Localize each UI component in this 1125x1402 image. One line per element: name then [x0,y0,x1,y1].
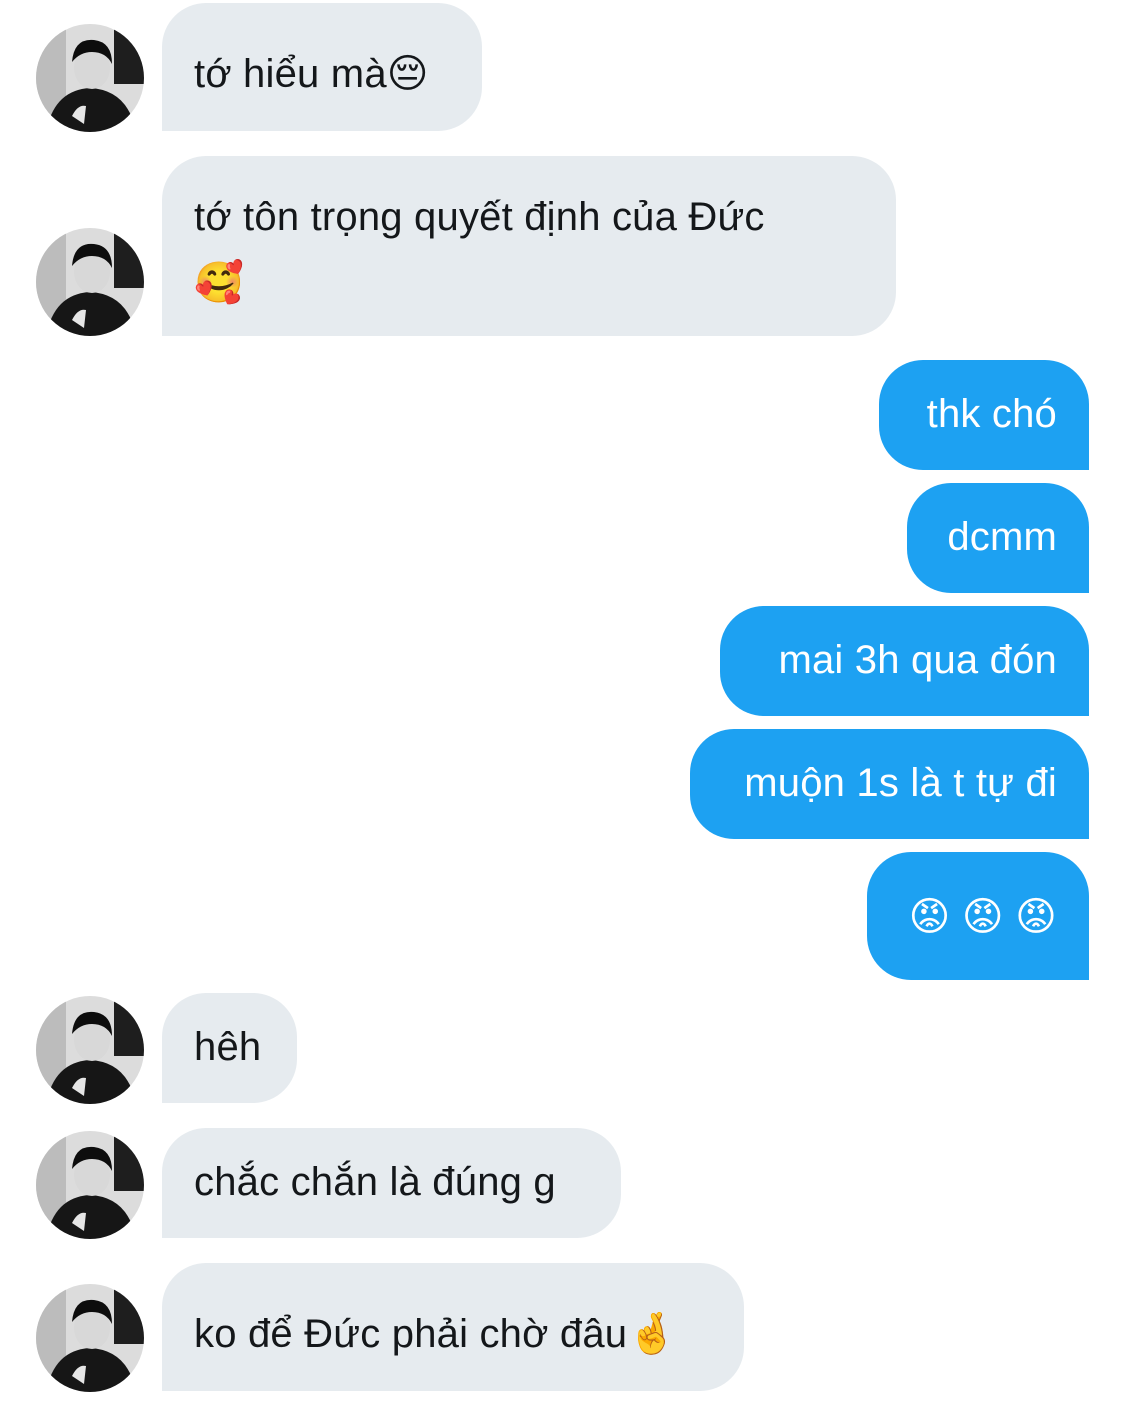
avatar[interactable] [36,228,144,336]
message-text: 😡 😡 😡 [908,895,1057,939]
avatar[interactable] [36,1284,144,1392]
message-text: chắc chắn là đúng g [194,1160,556,1204]
message-bubble-outgoing[interactable]: thk chó [879,360,1089,470]
message-text: thk chó [926,392,1057,436]
avatar[interactable] [36,996,144,1104]
message-text: mai 3h qua đón [778,638,1057,682]
message-text: dcmm [947,515,1057,559]
message-text: tớ hiểu mà😔 [194,52,429,96]
message-bubble-outgoing[interactable]: 😡 😡 😡 [867,852,1089,980]
message-bubble-incoming[interactable]: chắc chắn là đúng g [162,1128,621,1238]
message-emoji: 🥰 [194,261,245,305]
avatar[interactable] [36,1131,144,1239]
message-bubble-outgoing[interactable]: muộn 1s là t tự đi [690,729,1089,839]
message-text: hêh [194,1025,262,1069]
message-text: ko để Đức phải chờ đâu🤞 [194,1312,678,1356]
message-bubble-outgoing[interactable]: mai 3h qua đón [720,606,1089,716]
message-bubble-incoming[interactable]: tớ tôn trọng quyết định của Đức 🥰 [162,156,896,336]
avatar[interactable] [36,24,144,132]
message-bubble-incoming[interactable]: hêh [162,993,297,1103]
message-bubble-outgoing[interactable]: dcmm [907,483,1089,593]
message-text: muộn 1s là t tự đi [744,761,1057,805]
message-bubble-incoming[interactable]: ko để Đức phải chờ đâu🤞 [162,1263,744,1391]
message-bubble-incoming[interactable]: tớ hiểu mà😔 [162,3,482,131]
message-text: tớ tôn trọng quyết định của Đức [194,195,765,239]
